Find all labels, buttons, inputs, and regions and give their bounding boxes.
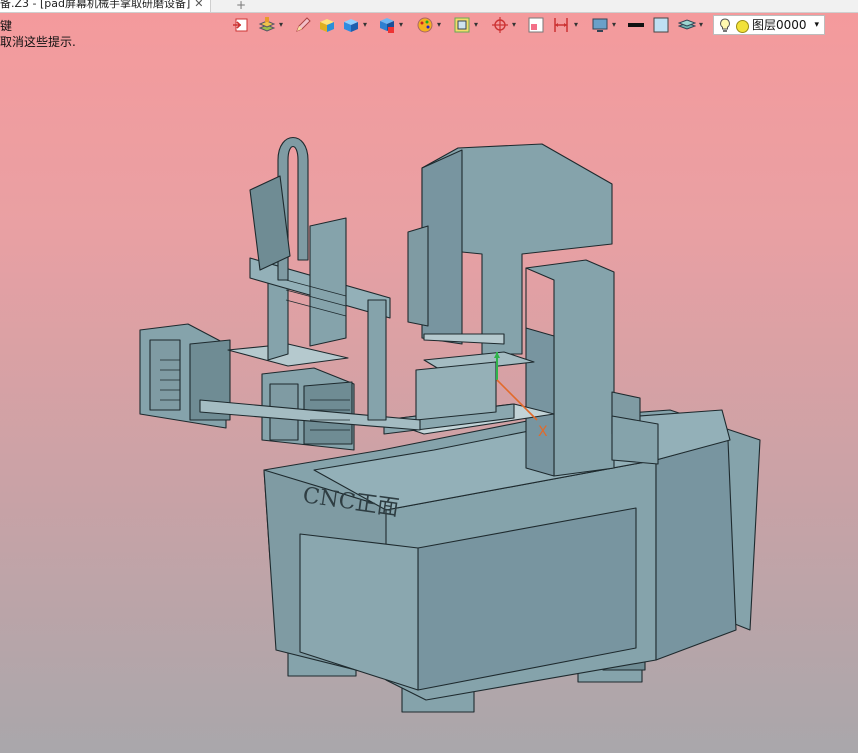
model-viewport[interactable]: X CNC正面 xyxy=(0,40,858,753)
axis-x-label: X xyxy=(538,424,548,440)
cnc-machine-model: X CNC正面 xyxy=(139,136,761,713)
